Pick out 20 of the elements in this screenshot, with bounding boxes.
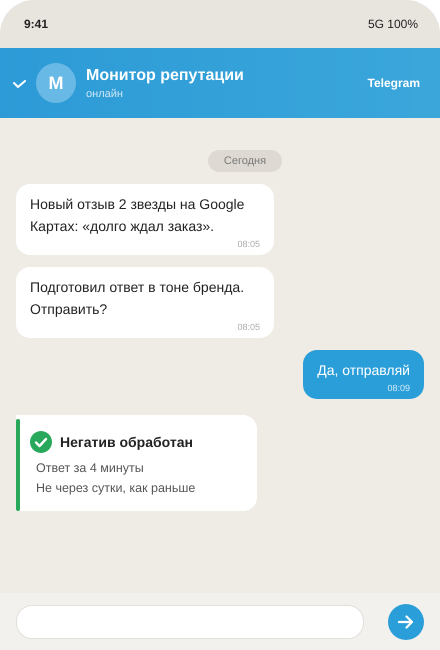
chat-status: онлайн xyxy=(86,88,124,100)
status-network: 5G 100% xyxy=(368,17,418,31)
platform-label: Telegram xyxy=(368,76,420,90)
card-text: Ответ за 4 минуты xyxy=(35,461,145,475)
send-button[interactable] xyxy=(388,604,424,640)
arrow-icon xyxy=(397,614,415,630)
message-time: 08:09 xyxy=(386,383,410,393)
message-time: 08:05 xyxy=(236,239,260,249)
message-field[interactable] xyxy=(16,604,364,638)
date-divider: Сегодня xyxy=(208,150,282,172)
avatar: M xyxy=(36,63,76,103)
card-title: Негатив обработан xyxy=(60,434,193,450)
message-text: Да, отправляй xyxy=(317,361,410,380)
message-text: Новый отзыв 2 звезды на Google Картах: «долго ждал заказ». xyxy=(30,195,246,236)
chat-title: Монитор репутации xyxy=(86,66,245,84)
message-text: Подготовил ответ в тоне бренда. Отправить? xyxy=(30,278,246,319)
card-text: Не через сутки, как раньше xyxy=(35,481,196,495)
message-time: 08:05 xyxy=(236,322,260,332)
check-icon xyxy=(30,431,52,453)
status-time: 9:41 xyxy=(24,17,48,31)
